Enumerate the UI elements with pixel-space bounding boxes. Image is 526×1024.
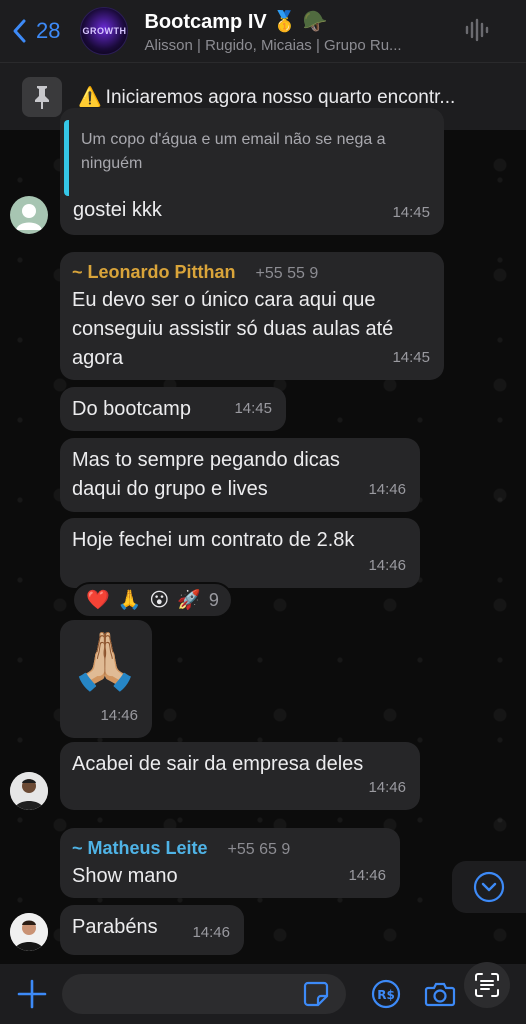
scroll-to-bottom-button[interactable]: [452, 861, 526, 913]
message-bubble[interactable]: Parabéns 14:46: [60, 905, 244, 955]
message-text: Show mano: [72, 865, 178, 887]
group-title: Bootcamp IV 🥇 🪖: [144, 10, 328, 33]
message-time: 14:46: [192, 924, 230, 941]
message-bubble[interactable]: Mas to sempre pegando dicas daqui do gru…: [60, 438, 420, 512]
message-time: 14:46: [100, 707, 138, 724]
group-avatar-label: GROWTH: [82, 26, 127, 36]
group-info[interactable]: Bootcamp IV 🥇 🪖 Alisson | Rugido, Micaia…: [144, 9, 434, 54]
camera-icon[interactable]: [424, 980, 456, 1008]
group-avatar[interactable]: GROWTH: [80, 7, 129, 55]
sender-label: ~ Leonardo Pitthan: [72, 262, 236, 282]
chevron-left-icon: [13, 19, 26, 43]
message-time: 14:45: [234, 400, 272, 417]
emoji-message: 🙏🏼: [70, 629, 140, 692]
user-photo: [10, 772, 48, 810]
surprised-reaction: 😮: [149, 589, 170, 611]
sender-phone: +55 55 9: [255, 265, 319, 282]
warning-icon: ⚠️: [78, 86, 102, 108]
plus-icon[interactable]: [16, 978, 48, 1010]
back-button[interactable]: 28: [10, 17, 60, 45]
quoted-text: Um copo d'água e um email não se nega a …: [81, 131, 386, 172]
scan-text-icon: [475, 973, 499, 997]
chat-header: 28 GROWTH Bootcamp IV 🥇 🪖 Alisson | Rugi…: [0, 0, 526, 62]
svg-text:R$: R$: [377, 988, 395, 1002]
reactions-bar[interactable]: ❤️ 🙏 😮 🚀 9: [72, 582, 233, 618]
message-text: Mas to sempre pegando dicas daqui do gru…: [72, 449, 340, 500]
unread-count: 28: [36, 18, 61, 43]
message-time: 14:45: [392, 204, 430, 221]
message-text: Parabéns: [72, 916, 158, 938]
scan-text-button[interactable]: [464, 962, 510, 1008]
message-text: Do bootcamp: [72, 398, 191, 420]
voice-chat-icon[interactable]: [464, 18, 490, 42]
heart-reaction: ❤️: [86, 590, 110, 611]
message-text: Hoje fechei um contrato de 2.8k: [72, 529, 355, 551]
avatar[interactable]: [10, 196, 48, 234]
message-text: Eu devo ser o único cara aqui que conseg…: [72, 289, 394, 369]
sender-label: ~ Matheus Leite: [72, 838, 208, 858]
chevron-down-circle-icon: [473, 871, 505, 903]
pin-icon: [22, 76, 62, 117]
message-bubble[interactable]: Hoje fechei um contrato de 2.8k 14:46: [60, 518, 420, 588]
sender-phone: +55 65 9: [227, 841, 291, 858]
message-bubble[interactable]: Acabei de sair da empresa deles 14:46: [60, 742, 420, 810]
message-time: 14:46: [348, 867, 386, 884]
message-time: 14:46: [368, 557, 406, 574]
message-bubble[interactable]: Do bootcamp 14:45: [60, 387, 286, 431]
avatar[interactable]: [10, 772, 48, 810]
sender-name[interactable]: ~ Matheus Leite +55 65 9: [72, 836, 388, 862]
sender-name[interactable]: ~ Leonardo Pitthan +55 55 9: [72, 260, 432, 286]
avatar[interactable]: [10, 913, 48, 951]
message-time: 14:45: [392, 349, 430, 366]
reaction-count: 9: [208, 589, 219, 610]
message-time: 14:46: [368, 779, 406, 796]
default-user-icon: [16, 204, 42, 230]
payment-icon[interactable]: R$: [370, 978, 402, 1010]
group-members: Alisson | Rugido, Micaias | Grupo Ru...: [144, 36, 402, 54]
message-text: gostei kkk: [73, 199, 162, 221]
quoted-message[interactable]: Um copo d'água e um email não se nega a …: [64, 120, 434, 196]
rocket-reaction: 🚀: [177, 590, 201, 611]
pinned-text: Iniciaremos agora nosso quarto encontr..…: [105, 86, 456, 108]
message-bubble[interactable]: Um copo d'água e um email não se nega a …: [60, 108, 444, 235]
message-bubble[interactable]: ~ Leonardo Pitthan +55 55 9 Eu devo ser o…: [60, 252, 444, 380]
composer-bar: R$: [0, 962, 526, 1024]
sticker-icon[interactable]: [302, 980, 330, 1008]
message-time: 14:46: [368, 481, 406, 498]
pray-reaction: 🙏: [117, 590, 142, 611]
user-photo: [10, 913, 48, 951]
message-bubble[interactable]: 🙏🏼 14:46: [60, 620, 152, 738]
message-text: Acabei de sair da empresa deles: [72, 753, 364, 775]
message-bubble[interactable]: ~ Matheus Leite +55 65 9 Show mano 14:46: [60, 828, 400, 898]
